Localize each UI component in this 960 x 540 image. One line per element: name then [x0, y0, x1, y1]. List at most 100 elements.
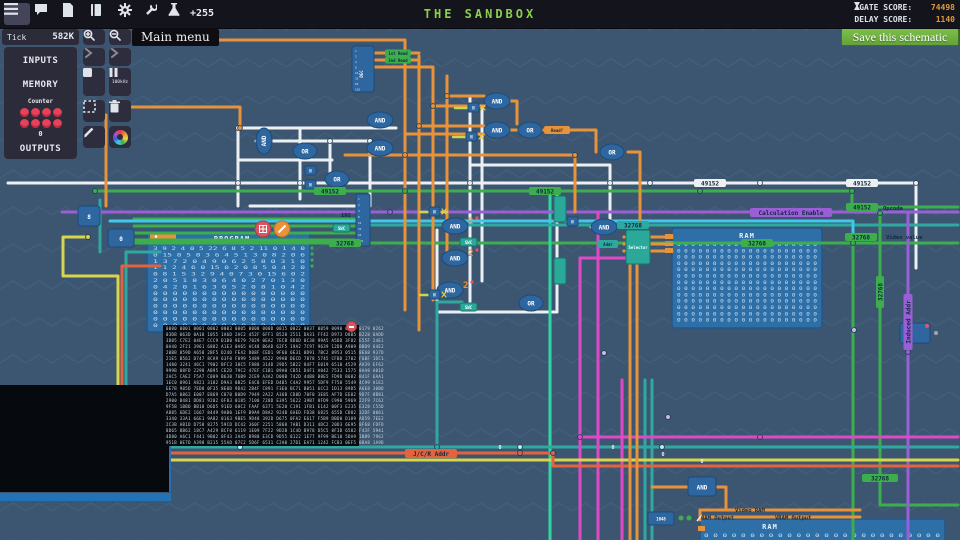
svg-text:0 0 0 0 0 0 0 0 0 0 0 0 0 0 0: 0 0 0 0 0 0 0 0 0 0 0 0 0 0 0 0 — [153, 316, 306, 321]
clock-frequency: 100kHz — [112, 80, 128, 85]
svg-text:16: 16 — [358, 221, 362, 225]
svg-text:1 3 7 2 0 4 9 0 6 2 5 8 0 3 1: 1 3 7 2 0 4 9 0 6 2 5 8 0 3 1 0 — [153, 259, 306, 264]
inputs-heading: INPUTS — [4, 56, 77, 66]
svg-text:49152: 49152 — [853, 181, 871, 188]
ram-pin — [698, 526, 705, 531]
fast-forward-icon — [109, 48, 119, 58]
zoom-in-icon — [83, 29, 95, 41]
svg-text:AND: AND — [492, 128, 503, 135]
svg-text:J/C/R Addr: J/C/R Addr — [413, 451, 450, 458]
file-icon — [62, 3, 74, 17]
svg-text:0 0 0 0 0 0 0 0 0 0 0 0 0 0 0: 0 0 0 0 0 0 0 0 0 0 0 0 0 0 0 0 — [153, 291, 306, 296]
chat-icon — [34, 3, 48, 16]
zoom-out-button[interactable] — [109, 29, 131, 45]
svg-text:0 0 0 0 0 0 0 0 0 0 0 0 0 0 0: 0 0 0 0 0 0 0 0 0 0 0 0 0 0 0 0 0 0 0 0 — [677, 267, 818, 272]
selector-component[interactable]: Selector — [622, 230, 650, 264]
svg-text:AND: AND — [450, 224, 461, 231]
not-gate: N — [567, 217, 578, 226]
wrench-icon — [144, 3, 157, 16]
svg-text:OR: OR — [527, 301, 535, 308]
draw-tool-button[interactable] — [83, 126, 105, 148]
sandbox-app: PROGRAM 3 9 2 4 0 5 22 6 8 5 2 11 0 1 4 … — [0, 0, 960, 540]
svg-text:0 0 0 0 0 0 0 0 0 0 0 0 0 0 0: 0 0 0 0 0 0 0 0 0 0 0 0 0 0 0 0 0 0 0 0 — [677, 274, 818, 279]
program-grid: 3 9 2 4 0 5 22 6 8 5 2 11 0 1 4 00 15 8 … — [153, 246, 306, 328]
color-picker-button[interactable] — [109, 126, 131, 148]
svg-text:64: 64 — [358, 233, 362, 237]
main-menu-tooltip: Main menu — [132, 29, 219, 46]
svg-text:2: 2 — [463, 281, 468, 291]
memory-hex-dump: 0000 0001 0001 0002 0003 0005 0008 000D … — [163, 325, 359, 446]
svg-text:0 0 0 0 0 0 0 0 0 0 0 0 0 0 0: 0 0 0 0 0 0 0 0 0 0 0 0 0 0 0 0 0 0 0 0 — [677, 286, 818, 291]
svg-text:32768: 32768 — [878, 283, 885, 301]
register-0-box[interactable]: 0 — [108, 229, 134, 247]
byte-splitter[interactable]: 1248163264128 — [356, 194, 370, 246]
svg-text:64: 64 — [355, 82, 359, 86]
delay-score-label: DELAY SCORE: — [854, 15, 912, 24]
svg-text:49152: 49152 — [853, 205, 871, 212]
counter-value: 0 — [4, 130, 77, 138]
and-gate: AND — [442, 218, 468, 234]
svg-text:0: 0 — [498, 445, 501, 451]
svg-text:0 0 0 0 0 0 0 0 0 0 0 0 0 0 0: 0 0 0 0 0 0 0 0 0 0 0 0 0 0 0 0 — [153, 297, 306, 302]
hexdump-close-button[interactable] — [346, 321, 357, 332]
or-gate: OR — [600, 144, 624, 160]
svg-text:3 9 2 4 0 5 22 6 8 5 2 11 0 1: 3 9 2 4 0 5 22 6 8 5 2 11 0 1 4 0 — [153, 246, 306, 251]
svg-text:0 0 0 0 0 0 0 0 0 0 0 0 0 0 0: 0 0 0 0 0 0 0 0 0 0 0 0 0 0 0 0 0 0 0 0 — [677, 261, 818, 266]
svg-text:0 0 0 0 0 0 0 0 0 0 0 0 0 0 0: 0 0 0 0 0 0 0 0 0 0 0 0 0 0 0 0 0 0 0 0 — [677, 305, 818, 310]
dec-component[interactable]: DEC 1248163264128 — [352, 46, 374, 92]
or-gate: OR — [519, 295, 543, 311]
svg-text:Induced Addr: Induced Addr — [906, 300, 913, 344]
teal-component — [554, 196, 566, 222]
svg-text:0 0 0 0 0 0 0 0 0 0 0 0 0 0 0: 0 0 0 0 0 0 0 0 0 0 0 0 0 0 0 0 0 0 0 0 — [677, 292, 818, 297]
pencil-tool-icon — [83, 126, 95, 138]
save-schematic-button[interactable]: Save this schematic — [841, 28, 959, 46]
flask-icon — [168, 3, 180, 16]
svg-text:SWC: SWC — [465, 305, 473, 310]
fast-forward-button[interactable] — [109, 48, 131, 66]
color-wheel-icon — [113, 130, 128, 145]
svg-text:AND: AND — [450, 256, 461, 263]
dec-label: DEC — [359, 70, 364, 78]
svg-text:OR: OR — [608, 150, 616, 157]
svg-text:AND: AND — [697, 485, 708, 492]
svg-text:AND: AND — [492, 99, 503, 106]
pause-icon — [109, 68, 118, 77]
program-panel[interactable]: PROGRAM 3 9 2 4 0 5 22 6 8 5 2 11 0 1 4 … — [147, 231, 314, 332]
and-gate: AND — [367, 112, 393, 128]
io-panel[interactable]: INPUTS MEMORY Counter 0 OUTPUTS — [4, 47, 77, 159]
svg-text:32768: 32768 — [624, 223, 642, 230]
svg-text:OR: OR — [333, 177, 341, 184]
svg-text:32: 32 — [358, 227, 362, 231]
delay-score-value: 1140 — [917, 14, 955, 26]
svg-text:OR: OR — [301, 149, 309, 156]
svg-text:0 0 0 0 0 0 0 0 0 0 0 0 0 0 0: 0 0 0 0 0 0 0 0 0 0 0 0 0 0 0 0 — [153, 304, 306, 309]
score-display: GATE SCORE: 74498 DELAY SCORE: 1140 — [854, 2, 955, 26]
svg-text:OR: OR — [526, 128, 534, 135]
video-value-label: Video value — [886, 235, 923, 241]
svg-text:0 4 2 0 1 6 3 0 5 2 0 8 1 0 4: 0 4 2 0 1 6 3 0 5 2 0 8 1 0 4 2 — [153, 284, 306, 289]
gate-score-value: 74498 — [917, 2, 955, 14]
svg-text:0 15 8 5 8 3 6 4 5 1 3 0 8 2 0: 0 15 8 5 8 3 6 4 5 1 3 0 8 2 0 6 — [153, 252, 306, 257]
trash-icon — [109, 100, 120, 113]
svg-text:AND: AND — [375, 118, 386, 125]
program-save-button[interactable] — [255, 221, 271, 237]
pause-button[interactable]: 100kHz — [109, 68, 131, 96]
zoom-in-button[interactable] — [83, 29, 105, 45]
counter-dots[interactable] — [19, 107, 63, 129]
program-edit-button[interactable] — [274, 221, 290, 237]
svg-text:32768: 32768 — [336, 241, 354, 248]
svg-text:0 0 0 0 0 0 0 0 0 0 0 0 0 0 0: 0 0 0 0 0 0 0 0 0 0 0 0 0 0 0 0 0 0 0 0 — [677, 248, 818, 253]
hamburger-icon — [4, 3, 18, 15]
delete-tool-button[interactable] — [109, 100, 131, 122]
value-192-label: 192 — [341, 213, 351, 219]
counter-8-box[interactable]: 8 — [78, 206, 100, 226]
switch: SWC — [460, 238, 477, 246]
svg-text:32: 32 — [355, 77, 359, 81]
svg-text:1048: 1048 — [656, 517, 666, 522]
stop-icon — [83, 68, 92, 77]
stop-button[interactable] — [83, 68, 105, 96]
select-tool-button[interactable] — [83, 100, 105, 122]
step-button[interactable] — [83, 48, 105, 66]
svg-text:0 0 0 0 0 0 0 0 0 0 0 0 0 0 0: 0 0 0 0 0 0 0 0 0 0 0 0 0 0 0 0 0 0 0 0 — [677, 280, 818, 285]
and-gate: AND — [442, 250, 468, 266]
